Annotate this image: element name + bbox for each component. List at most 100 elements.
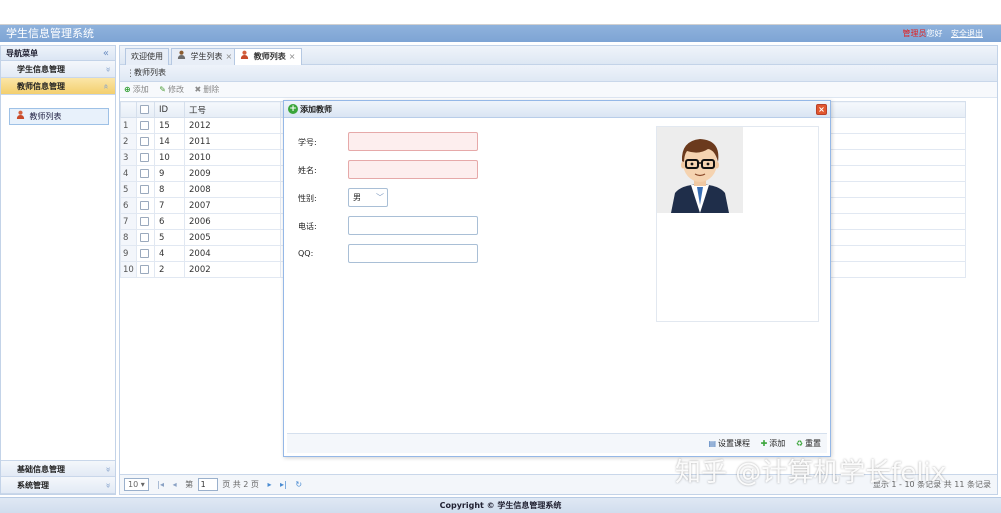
cell-gh: 2009 (184, 165, 281, 182)
sidebar-bottom: 基础信息管理 » 系统管理 » (1, 460, 115, 494)
refresh-icon[interactable]: ↻ (295, 480, 302, 489)
add-icon: ⊕ (124, 85, 131, 94)
column-header-id[interactable]: ID (154, 101, 185, 118)
user-icon (240, 50, 252, 61)
cell-id: 2 (154, 261, 185, 278)
row-checkbox[interactable] (136, 117, 155, 134)
dialog-add-label: 添加 (769, 439, 786, 448)
footer: Copyright © 学生信息管理系统 (0, 497, 1001, 513)
last-page-icon[interactable]: ▸| (280, 480, 287, 489)
name-row: 姓名: (298, 160, 478, 179)
user-icon (177, 50, 189, 61)
chevron-up-icon: » (101, 83, 112, 90)
tab-welcome[interactable]: 欢迎使用 (125, 48, 169, 65)
teacher-avatar-image (657, 127, 743, 213)
dialog-header: + 添加教师 × (284, 101, 830, 118)
panel-title-bar: ⋮ 教师列表 (120, 65, 997, 82)
gender-row: 性别: 男 ﹀ (298, 188, 388, 207)
checkbox[interactable] (140, 184, 149, 194)
cell-id: 7 (154, 197, 185, 214)
qq-input[interactable] (348, 244, 478, 263)
set-course-button[interactable]: ▤ 设置课程 (708, 434, 750, 453)
greeting: 您好 (926, 29, 943, 38)
cell-id: 6 (154, 213, 185, 230)
checkbox[interactable] (140, 120, 149, 130)
checkbox[interactable] (140, 200, 149, 210)
row-number: 6 (120, 197, 137, 214)
number-input[interactable] (348, 132, 478, 151)
checkbox[interactable] (140, 248, 149, 258)
checkbox[interactable] (140, 104, 149, 114)
edit-button[interactable]: ✎ 修改 (159, 82, 184, 97)
app-header: 学生信息管理系统 管理员您好 安全退出 (0, 25, 1001, 42)
sidebar-group-basic[interactable]: 基础信息管理 » (1, 460, 115, 477)
close-icon[interactable]: × (816, 104, 827, 115)
tab-teacher-list[interactable]: 教师列表 × (234, 48, 302, 66)
name-input[interactable] (348, 160, 478, 179)
delete-button[interactable]: ✖ 删除 (195, 82, 220, 97)
sidebar-group-label: 教师信息管理 (17, 82, 65, 91)
sidebar-group-system[interactable]: 系统管理 » (1, 477, 115, 494)
add-button[interactable]: ⊕ 添加 (124, 82, 149, 97)
sidebar-group-teacher[interactable]: 教师信息管理 » (1, 78, 115, 95)
select-all-checkbox[interactable] (136, 101, 155, 118)
row-checkbox[interactable] (136, 165, 155, 182)
checkbox[interactable] (140, 264, 149, 274)
cell-gh: 2008 (184, 181, 281, 198)
dialog-add-button[interactable]: ✚ 添加 (761, 434, 786, 453)
app-title: 学生信息管理系统 (6, 27, 94, 40)
cell-gh: 2011 (184, 133, 281, 150)
row-number: 10 (120, 261, 137, 278)
reset-icon: ♻ (795, 439, 803, 448)
cell-id: 9 (154, 165, 185, 182)
copyright-text: Copyright © 学生信息管理系统 (439, 501, 562, 510)
row-checkbox[interactable] (136, 213, 155, 230)
user-icon (16, 109, 25, 124)
row-number: 4 (120, 165, 137, 182)
tab-bar: 欢迎使用 学生列表 × 教师列表 × (120, 46, 997, 66)
close-icon[interactable]: × (226, 52, 233, 61)
cell-gh: 2006 (184, 213, 281, 230)
gender-value: 男 (353, 193, 361, 202)
page-size-select[interactable]: 10 ▾ (124, 478, 149, 491)
logout-link[interactable]: 安全退出 (951, 29, 983, 38)
close-icon[interactable]: × (289, 52, 296, 61)
row-checkbox[interactable] (136, 181, 155, 198)
cell-id: 15 (154, 117, 185, 134)
collapse-icon[interactable]: « (103, 46, 109, 61)
page-size-value: 10 (128, 480, 139, 489)
phone-row: 电话: (298, 216, 478, 235)
sidebar-title: 导航菜单 (6, 49, 38, 58)
dialog-title: 添加教师 (300, 105, 332, 114)
row-checkbox[interactable] (136, 261, 155, 278)
cell-id: 4 (154, 245, 185, 262)
checkbox[interactable] (140, 216, 149, 226)
page-number-input[interactable]: 1 (197, 478, 218, 491)
row-checkbox[interactable] (136, 197, 155, 214)
checkbox[interactable] (140, 152, 149, 162)
checkbox[interactable] (140, 136, 149, 146)
gender-select[interactable]: 男 ﹀ (348, 188, 388, 207)
checkbox[interactable] (140, 232, 149, 242)
row-checkbox[interactable] (136, 149, 155, 166)
sidebar-item-teacher-list[interactable]: 教师列表 (9, 108, 109, 125)
sidebar-group-label: 学生信息管理 (17, 65, 65, 74)
reset-label: 重置 (805, 439, 821, 448)
checkbox[interactable] (140, 168, 149, 178)
row-checkbox[interactable] (136, 229, 155, 246)
prev-page-icon[interactable]: ◂ (173, 480, 177, 489)
phone-input[interactable] (348, 216, 478, 235)
sidebar-header: 导航菜单 « (1, 46, 115, 61)
cell-id: 8 (154, 181, 185, 198)
row-checkbox[interactable] (136, 245, 155, 262)
reset-button[interactable]: ♻ 重置 (796, 434, 821, 453)
watermark-text: 知乎 @计算机学长felix (675, 458, 947, 488)
cell-gh: 2012 (184, 117, 281, 134)
row-checkbox[interactable] (136, 133, 155, 150)
next-page-icon[interactable]: ▸ (267, 480, 271, 489)
column-header-gh[interactable]: 工号 (184, 101, 281, 118)
tab-student-list[interactable]: 学生列表 × (171, 48, 239, 65)
sidebar-group-student[interactable]: 学生信息管理 » (1, 61, 115, 78)
first-page-icon[interactable]: |◂ (157, 480, 164, 489)
photo-panel (656, 126, 819, 322)
